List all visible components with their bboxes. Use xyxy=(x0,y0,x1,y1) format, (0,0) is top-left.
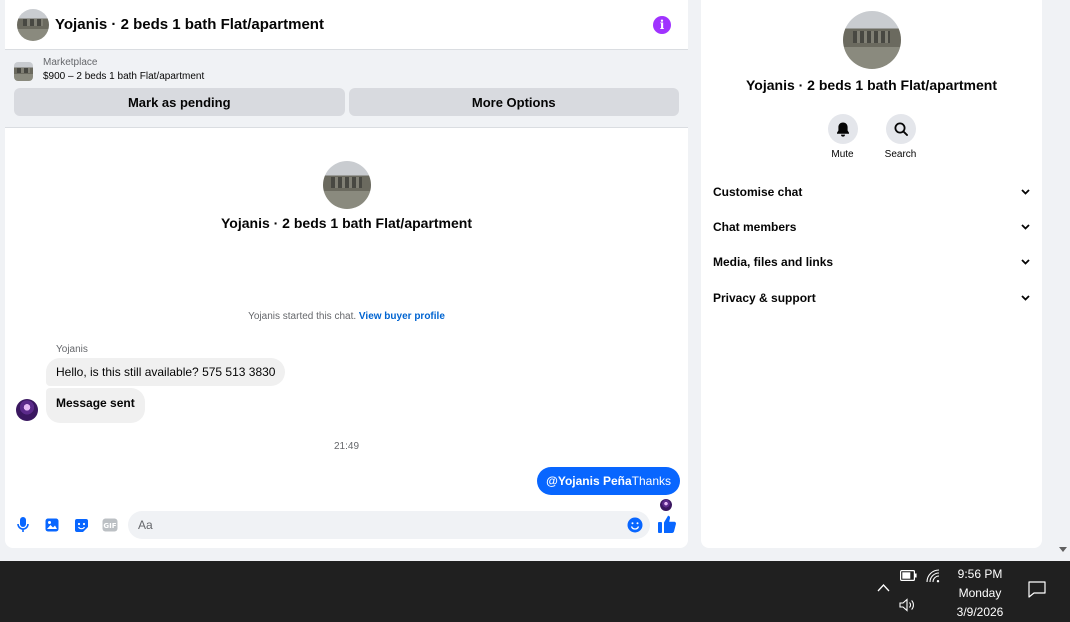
microphone-icon[interactable] xyxy=(14,516,32,534)
chat-title[interactable]: Yojanis · 2 beds 1 bath Flat/apartment xyxy=(55,16,653,33)
chevron-down-icon xyxy=(1021,258,1030,265)
mention-tag[interactable]: @Yojanis Peña xyxy=(546,474,632,488)
chat-header: Yojanis · 2 beds 1 bath Flat/apartment i xyxy=(5,0,688,50)
info-actions: Mute Search xyxy=(701,114,1042,160)
menu-chat-members[interactable]: Chat members xyxy=(701,209,1042,244)
menu-customise-chat[interactable]: Customise chat xyxy=(701,174,1042,209)
message-timestamp: 21:49 xyxy=(333,441,360,452)
chevron-down-icon xyxy=(1021,223,1030,230)
chat-started-notice: Yojanis started this chat. View buyer pr… xyxy=(5,311,688,322)
sender-avatar[interactable] xyxy=(16,399,38,421)
info-menu: Customise chat Chat members Media, files… xyxy=(701,174,1042,315)
notification-center-icon[interactable] xyxy=(1028,581,1046,598)
search-icon[interactable] xyxy=(885,114,916,144)
info-icon[interactable]: i xyxy=(653,15,671,34)
menu-media-files-links[interactable]: Media, files and links xyxy=(701,244,1042,279)
search-action[interactable]: Search xyxy=(884,114,917,160)
emoji-icon[interactable] xyxy=(627,517,643,533)
listing-avatar[interactable] xyxy=(17,8,49,41)
message-composer: GIF xyxy=(5,510,688,540)
message-group-outgoing: @Yojanis PeñaThanks xyxy=(5,467,688,495)
sticker-icon[interactable] xyxy=(72,516,90,534)
show-hidden-icons-chevron-icon[interactable] xyxy=(877,583,890,592)
message-input-wrapper xyxy=(128,511,650,539)
search-label: Search xyxy=(884,149,917,160)
chat-intro: Yojanis · 2 beds 1 bath Flat/apartment xyxy=(5,161,688,231)
mute-action[interactable]: Mute xyxy=(826,114,859,160)
message-bubble-incoming[interactable]: Hello, is this still available? 575 513 … xyxy=(46,358,286,386)
chevron-down-icon xyxy=(1021,188,1030,195)
wifi-icon[interactable] xyxy=(926,569,940,583)
chat-started-text: Yojanis started this chat. xyxy=(248,311,357,322)
battery-icon[interactable] xyxy=(900,570,917,581)
message-text: Thanks xyxy=(631,474,671,488)
scrollbar-down-arrow[interactable] xyxy=(1059,547,1067,552)
intro-avatar xyxy=(322,161,371,209)
conversation-info-panel: Yojanis · 2 beds 1 bath Flat/apartment M… xyxy=(701,0,1042,548)
marketplace-listing-banner: Marketplace $900 – 2 beds 1 bath Flat/ap… xyxy=(5,50,688,128)
menu-privacy-support[interactable]: Privacy & support xyxy=(701,280,1042,315)
info-avatar xyxy=(842,11,901,69)
message-bubble-incoming[interactable]: Message sent xyxy=(46,388,145,423)
listing-thumbnail[interactable] xyxy=(14,62,33,81)
taskbar-clock[interactable]: 9:56 PM Monday 3/9/2026 xyxy=(944,565,1016,622)
volume-icon[interactable] xyxy=(899,598,916,612)
message-bubble-outgoing[interactable]: @Yojanis PeñaThanks xyxy=(537,467,680,495)
chat-panel: Yojanis · 2 beds 1 bath Flat/apartment i… xyxy=(5,0,688,548)
clock-day: Monday xyxy=(958,586,1002,600)
listing-price-title[interactable]: $900 – 2 beds 1 bath Flat/apartment xyxy=(43,71,204,82)
clock-date: 3/9/2026 xyxy=(956,605,1004,619)
photo-icon[interactable] xyxy=(43,516,61,534)
mute-label: Mute xyxy=(831,149,854,160)
sender-name: Yojanis xyxy=(56,344,88,355)
view-buyer-profile-link[interactable]: View buyer profile xyxy=(359,311,445,322)
mark-as-pending-button[interactable]: Mark as pending xyxy=(14,88,345,116)
chevron-down-icon xyxy=(1021,294,1030,301)
clock-time: 9:56 PM xyxy=(957,567,1003,581)
info-title: Yojanis · 2 beds 1 bath Flat/apartment xyxy=(745,77,997,93)
message-input[interactable] xyxy=(128,518,627,532)
svg-text:GIF: GIF xyxy=(103,522,116,530)
gif-icon[interactable]: GIF xyxy=(101,516,119,534)
intro-title: Yojanis · 2 beds 1 bath Flat/apartment xyxy=(220,215,472,231)
listing-label: Marketplace xyxy=(43,57,98,68)
message-group-incoming: Hello, is this still available? 575 513 … xyxy=(16,355,688,386)
thumbs-up-icon[interactable] xyxy=(658,515,678,535)
bell-icon[interactable] xyxy=(827,114,858,144)
more-options-button[interactable]: More Options xyxy=(348,88,679,116)
